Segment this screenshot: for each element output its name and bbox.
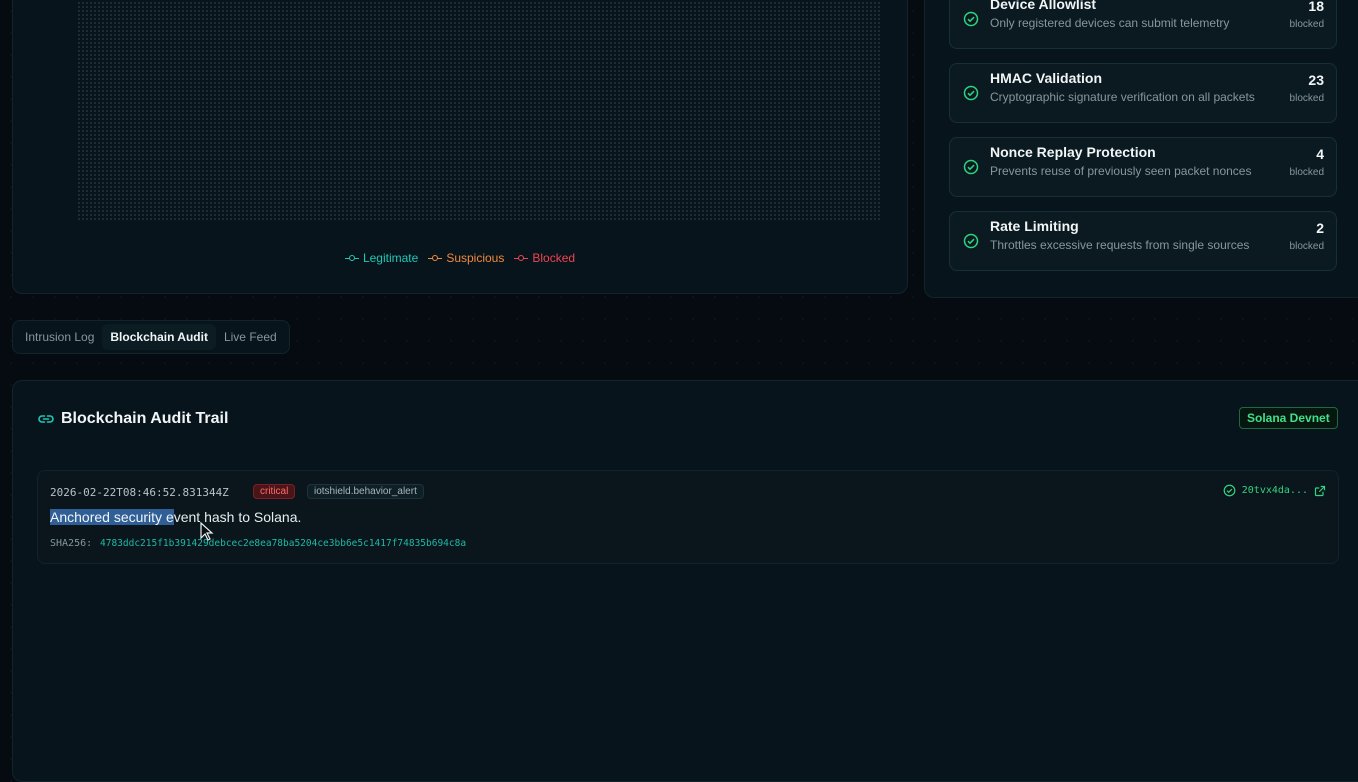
rule-description: Throttles excessive requests from single… bbox=[990, 238, 1250, 252]
tab-live-feed[interactable]: Live Feed bbox=[216, 324, 285, 350]
entry-message-text: vent hash to Solana. bbox=[173, 509, 302, 525]
entry-message: Anchored security event hash to Solana. bbox=[50, 509, 301, 525]
rule-title: Nonce Replay Protection bbox=[990, 144, 1156, 160]
check-circle-icon bbox=[963, 11, 979, 27]
traffic-chart-plot-area bbox=[77, 1, 881, 222]
view-tabs: Intrusion Log Blockchain Audit Live Feed bbox=[12, 320, 290, 354]
rule-card-nonce-replay-protection[interactable]: Nonce Replay Protection Prevents reuse o… bbox=[949, 137, 1337, 197]
legend-marker-icon bbox=[344, 254, 359, 262]
legend-marker-icon bbox=[428, 254, 443, 262]
rule-blocked-count: 23 bbox=[1308, 72, 1324, 88]
rule-card-hmac-validation[interactable]: HMAC Validation Cryptographic signature … bbox=[949, 63, 1337, 123]
blockchain-audit-panel: Blockchain Audit Trail Solana Devnet 202… bbox=[12, 380, 1358, 782]
traffic-chart-panel: Legitimate Suspicious Blocked bbox=[12, 0, 908, 294]
legend-item-suspicious[interactable]: Suspicious bbox=[428, 251, 504, 265]
chart-legend: Legitimate Suspicious Blocked bbox=[13, 251, 907, 265]
legend-label: Legitimate bbox=[362, 251, 419, 265]
severity-badge: critical bbox=[253, 484, 296, 499]
rule-card-device-allowlist[interactable]: Device Allowlist Only registered devices… bbox=[949, 0, 1337, 49]
tab-blockchain-audit[interactable]: Blockchain Audit bbox=[102, 324, 216, 350]
rule-count-unit: blocked bbox=[1289, 19, 1324, 30]
mouse-cursor-icon bbox=[200, 522, 214, 541]
link-icon bbox=[38, 415, 54, 423]
rule-description: Only registered devices can submit telem… bbox=[990, 16, 1230, 30]
legend-label: Blocked bbox=[532, 251, 576, 265]
legend-item-legitimate[interactable]: Legitimate bbox=[344, 251, 419, 265]
tx-signature: 20tvx4da... bbox=[1241, 485, 1308, 496]
entry-timestamp: 2026-02-22T08:46:52.831344Z bbox=[50, 486, 229, 499]
rule-blocked-count: 18 bbox=[1308, 0, 1324, 14]
check-circle-icon bbox=[1223, 484, 1236, 497]
rule-title: HMAC Validation bbox=[990, 70, 1103, 86]
tab-intrusion-log[interactable]: Intrusion Log bbox=[17, 324, 102, 350]
tx-link[interactable]: 20tvx4da... bbox=[1223, 484, 1326, 497]
legend-item-blocked[interactable]: Blocked bbox=[514, 251, 575, 265]
rule-title: Rate Limiting bbox=[990, 218, 1079, 234]
rule-blocked-count: 2 bbox=[1316, 220, 1324, 236]
hash-label: SHA256: bbox=[50, 538, 93, 549]
rule-title: Device Allowlist bbox=[990, 0, 1097, 12]
audit-title: Blockchain Audit Trail bbox=[61, 410, 229, 427]
source-badge: iotshield.behavior_alert bbox=[307, 484, 424, 499]
entry-hash: 4783ddc215f1b391429debcec2e8ea78ba5204ce… bbox=[100, 538, 467, 549]
rule-count-unit: blocked bbox=[1289, 241, 1324, 252]
check-circle-icon bbox=[963, 233, 979, 249]
rule-count-unit: blocked bbox=[1289, 167, 1324, 178]
check-circle-icon bbox=[963, 159, 979, 175]
rule-description: Cryptographic signature verification on … bbox=[990, 90, 1255, 104]
rule-card-rate-limiting[interactable]: Rate Limiting Throttles excessive reques… bbox=[949, 211, 1337, 271]
external-link-icon[interactable] bbox=[1314, 485, 1326, 497]
rule-blocked-count: 4 bbox=[1316, 146, 1324, 162]
network-badge: Solana Devnet bbox=[1239, 407, 1338, 429]
rule-description: Prevents reuse of previously seen packet… bbox=[990, 164, 1252, 178]
audit-entry[interactable]: 2026-02-22T08:46:52.831344Z critical iot… bbox=[37, 470, 1339, 564]
check-circle-icon bbox=[963, 85, 979, 101]
rule-count-unit: blocked bbox=[1289, 93, 1324, 104]
entry-message-selected-text: Anchored security e bbox=[50, 509, 174, 525]
legend-marker-icon bbox=[514, 254, 529, 262]
security-rules-panel: Device Allowlist Only registered devices… bbox=[924, 0, 1358, 298]
legend-label: Suspicious bbox=[446, 251, 505, 265]
